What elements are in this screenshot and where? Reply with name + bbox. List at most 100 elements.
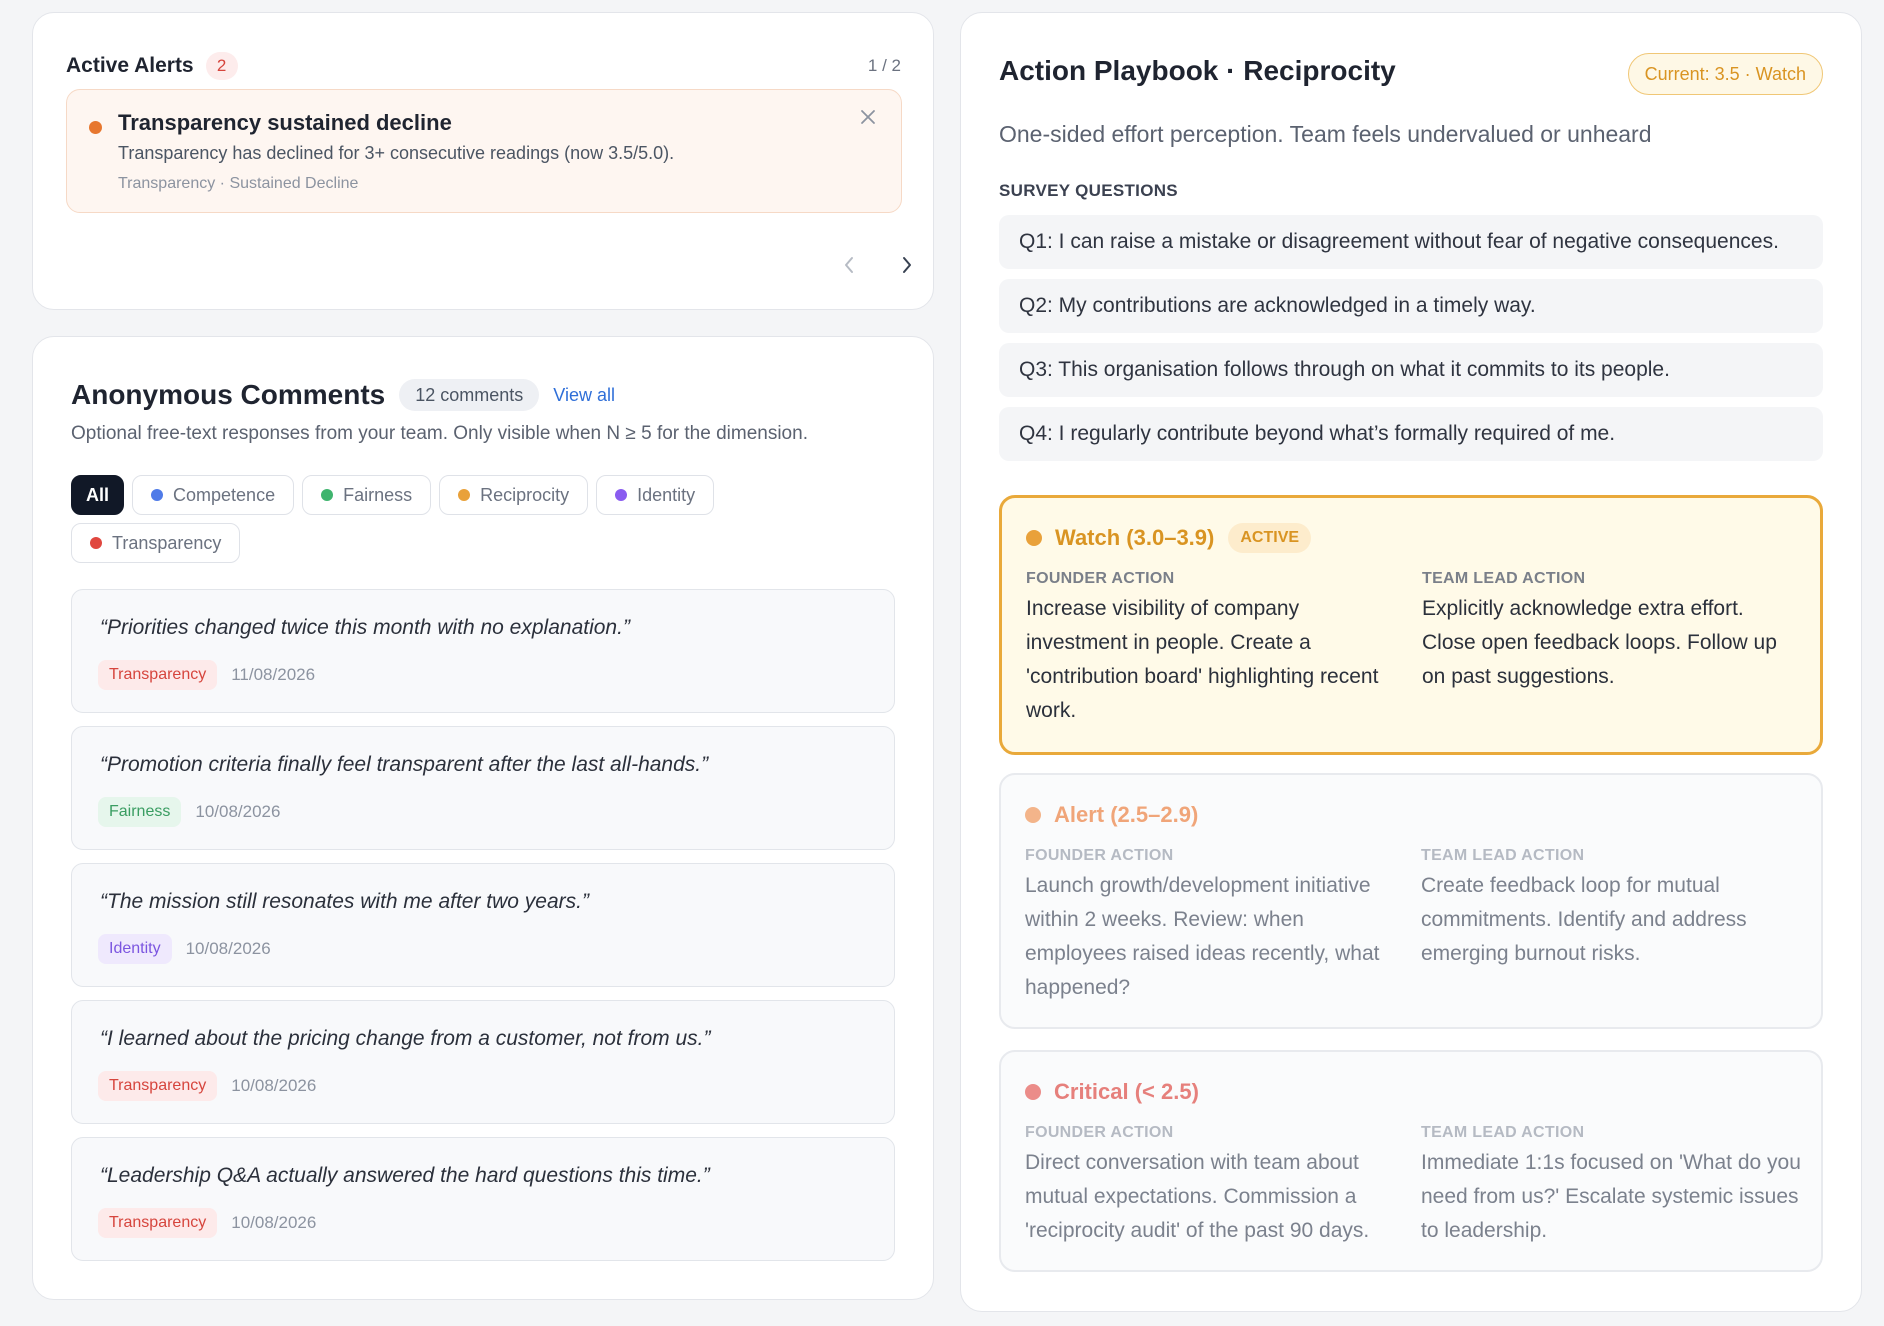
comment-card: “Leadership Q&A actually answered the ha… xyxy=(71,1137,895,1261)
comment-text: “Priorities changed twice this month wit… xyxy=(100,616,630,639)
comment-dimension-tag: Transparency xyxy=(98,1071,218,1101)
watch-dot-icon xyxy=(1026,530,1042,546)
tier-header: Watch (3.0–3.9) ACTIVE xyxy=(1026,522,1312,554)
founder-action-label: FOUNDER ACTION xyxy=(1025,847,1174,864)
critical-dot-icon xyxy=(1025,1084,1041,1100)
filter-chip-label: Transparency xyxy=(112,532,222,553)
founder-action-label: FOUNDER ACTION xyxy=(1026,570,1175,587)
survey-questions-label: SURVEY QUESTIONS xyxy=(999,181,1178,200)
team-lead-action-text: Immediate 1:1s focused on 'What do you n… xyxy=(1421,1151,1801,1242)
team-lead-action-label: TEAM LEAD ACTION xyxy=(1422,570,1586,587)
alerts-header: Active Alerts 2 1 / 2 xyxy=(66,49,901,83)
filter-chip-label: Competence xyxy=(173,484,276,505)
comment-date: 10/08/2026 xyxy=(231,1076,317,1095)
founder-action-text: Increase visibility of company investmen… xyxy=(1026,597,1379,722)
team-lead-action-text: Create feedback loop for mutual commitme… xyxy=(1421,874,1747,965)
tier-alert: Alert (2.5–2.9) FOUNDER ACTION Launch gr… xyxy=(999,773,1823,1029)
filter-chip-fairness[interactable]: Fairness xyxy=(302,475,432,515)
tier-name: Watch (3.0–3.9) xyxy=(1055,525,1215,550)
comment-dimension-tag: Transparency xyxy=(98,660,218,690)
comments-header: Anonymous Comments 12 comments View all xyxy=(71,377,615,413)
comment-text: “I learned about the pricing change from… xyxy=(100,1027,711,1050)
tier-name: Alert (2.5–2.9) xyxy=(1054,802,1199,827)
tier-header: Alert (2.5–2.9) xyxy=(1025,799,1198,831)
survey-question: Q3: This organisation follows through on… xyxy=(999,343,1823,397)
comment-text: “The mission still resonates with me aft… xyxy=(100,890,589,913)
anonymous-comments-card: Anonymous Comments 12 comments View all … xyxy=(32,336,934,1300)
comment-list: “Priorities changed twice this month wit… xyxy=(71,589,895,1274)
transparency-dot-icon xyxy=(90,537,102,549)
comment-date: 10/08/2026 xyxy=(231,1213,317,1232)
team-lead-action: TEAM LEAD ACTION Create feedback loop fo… xyxy=(1421,847,1801,971)
action-playbook-card: Action Playbook · Reciprocity Current: 3… xyxy=(960,12,1862,1312)
chevron-right-icon[interactable] xyxy=(891,249,923,281)
tier-watch: Watch (3.0–3.9) ACTIVE FOUNDER ACTION In… xyxy=(999,495,1823,755)
comments-title: Anonymous Comments xyxy=(71,379,386,410)
comment-card: “I learned about the pricing change from… xyxy=(71,1000,895,1124)
view-all-link[interactable]: View all xyxy=(553,385,615,406)
comment-date: 10/08/2026 xyxy=(195,802,281,821)
filter-chip-identity[interactable]: Identity xyxy=(596,475,715,515)
filter-chip-competence[interactable]: Competence xyxy=(132,475,295,515)
alert-dot-icon xyxy=(1025,807,1041,823)
survey-question: Q4: I regularly contribute beyond what’s… xyxy=(999,407,1823,461)
founder-action: FOUNDER ACTION Launch growth/development… xyxy=(1025,847,1405,1005)
comment-dimension-tag: Transparency xyxy=(98,1208,218,1238)
team-lead-action: TEAM LEAD ACTION Explicitly acknowledge … xyxy=(1422,570,1802,694)
survey-question-list: Q1: I can raise a mistake or disagreemen… xyxy=(999,215,1823,471)
comment-date: 11/08/2026 xyxy=(231,665,316,684)
filter-chip-all[interactable]: All xyxy=(71,475,125,515)
alert-item: Transparency sustained decline Transpare… xyxy=(66,89,902,213)
comment-dimension-tag: Fairness xyxy=(98,797,182,827)
playbook-title: Action Playbook · Reciprocity xyxy=(999,55,1396,86)
team-lead-action-text: Explicitly acknowledge extra effort. Clo… xyxy=(1422,597,1777,688)
team-lead-action-label: TEAM LEAD ACTION xyxy=(1421,847,1585,864)
team-lead-action: TEAM LEAD ACTION Immediate 1:1s focused … xyxy=(1421,1124,1801,1248)
close-icon[interactable] xyxy=(857,106,879,128)
filter-chip-reciprocity[interactable]: Reciprocity xyxy=(439,475,589,515)
active-alerts-card: Active Alerts 2 1 / 2 Transparency susta… xyxy=(32,12,934,310)
comment-meta: Transparency 10/08/2026 xyxy=(98,1208,316,1238)
identity-dot-icon xyxy=(615,489,628,501)
reciprocity-dot-icon xyxy=(458,489,471,501)
competence-dot-icon xyxy=(151,489,164,501)
survey-question: Q1: I can raise a mistake or disagreemen… xyxy=(999,215,1823,269)
dimension-filter-chips: All Competence Fairness Reciprocity Iden… xyxy=(71,475,771,563)
founder-action: FOUNDER ACTION Increase visibility of co… xyxy=(1026,570,1406,728)
founder-action-label: FOUNDER ACTION xyxy=(1025,1124,1174,1141)
founder-action: FOUNDER ACTION Direct conversation with … xyxy=(1025,1124,1405,1248)
filter-chip-transparency[interactable]: Transparency xyxy=(71,523,241,563)
alerts-title: Active Alerts xyxy=(66,54,194,77)
survey-question: Q2: My contributions are acknowledged in… xyxy=(999,279,1823,333)
tier-header: Critical (< 2.5) xyxy=(1025,1076,1199,1108)
founder-action-text: Direct conversation with team about mutu… xyxy=(1025,1151,1370,1242)
alert-title: Transparency sustained decline xyxy=(118,110,452,135)
alert-severity-dot xyxy=(89,121,102,134)
tier-name: Critical (< 2.5) xyxy=(1054,1079,1199,1104)
filter-chip-label: Identity xyxy=(637,484,696,505)
alert-meta: Transparency · Sustained Decline xyxy=(118,175,359,192)
filter-chip-label: Fairness xyxy=(343,484,413,505)
filter-chip-label: All xyxy=(86,484,110,505)
filter-chip-label: Reciprocity xyxy=(480,484,570,505)
comment-text: “Promotion criteria finally feel transpa… xyxy=(100,753,709,776)
alerts-count-badge: 2 xyxy=(205,52,238,80)
fairness-dot-icon xyxy=(321,489,334,501)
comment-card: “Promotion criteria finally feel transpa… xyxy=(71,726,895,850)
tier-critical: Critical (< 2.5) FOUNDER ACTION Direct c… xyxy=(999,1050,1823,1272)
chevron-left-icon[interactable] xyxy=(833,249,865,281)
comment-text: “Leadership Q&A actually answered the ha… xyxy=(100,1164,710,1187)
comments-count-badge: 12 comments xyxy=(399,379,540,411)
comment-date: 10/08/2026 xyxy=(185,939,271,958)
founder-action-text: Launch growth/development initiative wit… xyxy=(1025,874,1380,999)
playbook-subtitle: One-sided effort perception. Team feels … xyxy=(999,121,1652,147)
comment-dimension-tag: Identity xyxy=(98,934,172,964)
comment-meta: Transparency 11/08/2026 xyxy=(98,660,315,690)
comment-meta: Fairness 10/08/2026 xyxy=(98,797,280,827)
comment-card: “Priorities changed twice this month wit… xyxy=(71,589,895,713)
current-score-badge: Current: 3.5 · Watch xyxy=(1627,53,1823,95)
alerts-pager-label: 1 / 2 xyxy=(867,56,901,75)
comment-card: “The mission still resonates with me aft… xyxy=(71,863,895,987)
alert-description: Transparency has declined for 3+ consecu… xyxy=(118,143,675,163)
team-lead-action-label: TEAM LEAD ACTION xyxy=(1421,1124,1585,1141)
